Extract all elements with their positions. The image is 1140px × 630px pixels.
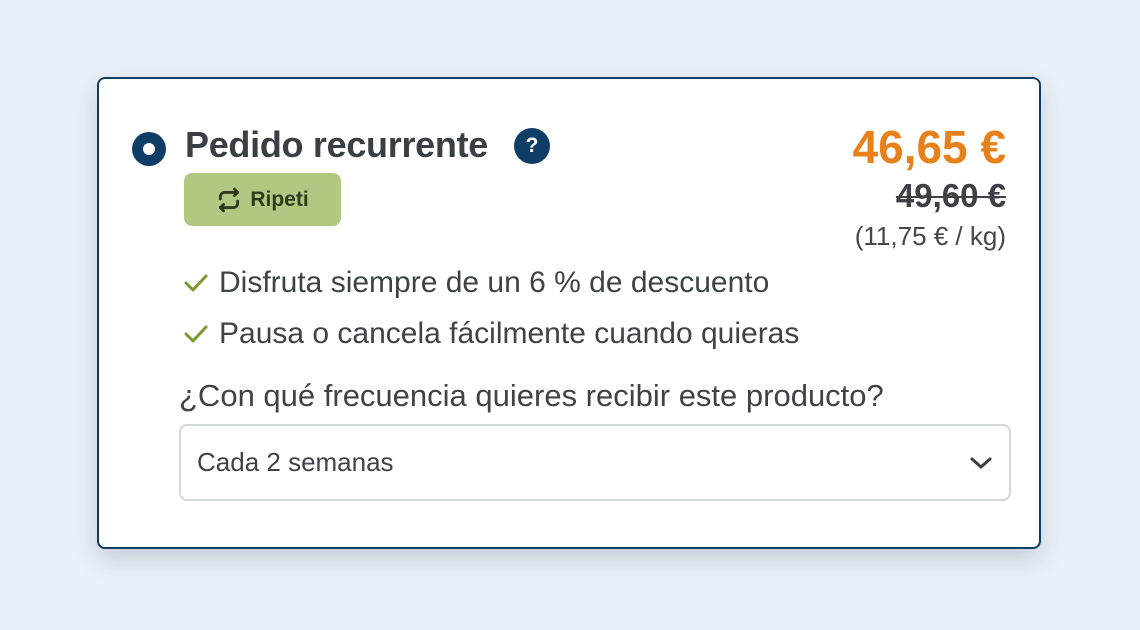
option-title: Pedido recurrente bbox=[185, 124, 488, 165]
radio-selected-dot bbox=[143, 143, 155, 155]
frequency-question: ¿Con qué frecuencia quieres recibir este… bbox=[179, 378, 884, 413]
check-icon bbox=[183, 323, 209, 345]
benefit-text: Disfruta siempre de un 6 % de descuento bbox=[219, 266, 770, 299]
chevron-down-icon bbox=[969, 455, 993, 471]
unit-price: (11,75 € / kg) bbox=[854, 221, 1006, 251]
price-block: 46,65 € 49,60 € (11,75 € / kg) bbox=[853, 121, 1006, 253]
benefit-text: Pausa o cancela fácilmente cuando quiera… bbox=[219, 317, 800, 350]
current-price: 46,65 € bbox=[852, 121, 1006, 173]
frequency-select[interactable]: Cada 2 semanas bbox=[179, 424, 1011, 501]
badge-label: Ripeti bbox=[250, 187, 309, 211]
recurring-order-radio[interactable] bbox=[132, 132, 166, 166]
repeat-badge: Ripeti bbox=[184, 173, 341, 226]
original-price: 49,60 € bbox=[895, 177, 1006, 214]
check-icon bbox=[183, 272, 209, 294]
frequency-selected-value: Cada 2 semanas bbox=[197, 447, 394, 477]
question-icon[interactable]: ? bbox=[514, 128, 550, 164]
benefit-item: Pausa o cancela fácilmente cuando quiera… bbox=[183, 316, 799, 352]
benefit-item: Disfruta siempre de un 6 % de descuento bbox=[183, 265, 769, 301]
recurring-order-card[interactable]: Pedido recurrente ? Ripeti 46,65 € 49,60… bbox=[97, 77, 1041, 549]
repeat-icon bbox=[216, 187, 242, 213]
